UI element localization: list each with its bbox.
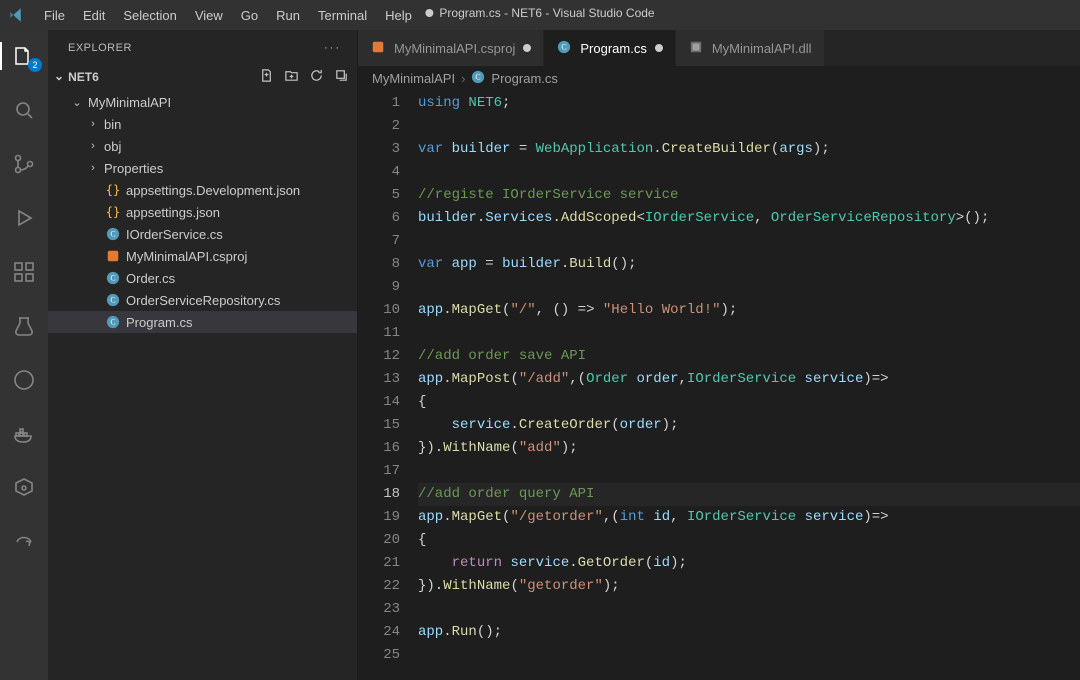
- svg-text:C: C: [110, 296, 115, 305]
- tree-file[interactable]: COrderServiceRepository.cs: [48, 289, 357, 311]
- tree-file[interactable]: CProgram.cs: [48, 311, 357, 333]
- tree-file[interactable]: {}appsettings.Development.json: [48, 179, 357, 201]
- chevron-right-icon: ›: [86, 162, 100, 174]
- new-folder-icon[interactable]: [284, 68, 299, 86]
- tree-file[interactable]: {}appsettings.json: [48, 201, 357, 223]
- modified-dot-icon: [655, 44, 663, 52]
- titlebar: FileEditSelectionViewGoRunTerminalHelp P…: [0, 0, 1080, 30]
- svg-text:C: C: [110, 274, 115, 283]
- window-title-text: Program.cs - NET6 - Visual Studio Code: [439, 6, 654, 20]
- tree-folder[interactable]: ›bin: [48, 113, 357, 135]
- tree-file[interactable]: MyMinimalAPI.csproj: [48, 245, 357, 267]
- editor-tab[interactable]: CProgram.cs: [544, 30, 675, 66]
- csharp-file-icon: C: [471, 70, 485, 87]
- svg-text:C: C: [110, 230, 115, 239]
- svg-text:C: C: [562, 42, 567, 51]
- menu-edit[interactable]: Edit: [75, 4, 113, 27]
- sidebar-title: EXPLORER: [68, 42, 132, 54]
- line-number-gutter: 1234567891011121314151617181920212223242…: [358, 90, 418, 680]
- chevron-right-icon: ›: [461, 71, 465, 86]
- menu-file[interactable]: File: [36, 4, 73, 27]
- refresh-icon[interactable]: [309, 68, 324, 86]
- activity-remote[interactable]: [0, 524, 48, 560]
- csproj-file-icon: [371, 40, 385, 57]
- tree-file[interactable]: CIOrderService.cs: [48, 223, 357, 245]
- explorer-badge: 2: [28, 58, 42, 72]
- csproj-file-icon: [104, 249, 122, 263]
- activity-explorer[interactable]: 2: [0, 38, 48, 74]
- json-file-icon: {}: [104, 183, 122, 197]
- activity-run-debug[interactable]: [0, 200, 48, 236]
- chevron-down-icon: ⌄: [54, 69, 64, 83]
- tree-folder[interactable]: ›Properties: [48, 157, 357, 179]
- menu-help[interactable]: Help: [377, 4, 420, 27]
- csharp-file-icon: C: [104, 227, 122, 241]
- code-editor[interactable]: 1234567891011121314151617181920212223242…: [358, 90, 1080, 680]
- tree-file[interactable]: COrder.cs: [48, 267, 357, 289]
- chevron-right-icon: ›: [86, 140, 100, 152]
- file-tree: ⌄MyMinimalAPI›bin›obj›Properties{}appset…: [48, 89, 357, 335]
- sidebar-explorer: EXPLORER ··· ⌄ NET6 ⌄MyMinimalAPI›bin›ob…: [48, 30, 358, 680]
- modified-dot-icon: [523, 44, 531, 52]
- tree-folder[interactable]: ›obj: [48, 135, 357, 157]
- svg-text:C: C: [110, 318, 115, 327]
- folder-root-name: NET6: [68, 70, 99, 84]
- editor-area: MyMinimalAPI.csprojCProgram.csMyMinimalA…: [358, 30, 1080, 680]
- activity-github[interactable]: [0, 362, 48, 398]
- activity-docker[interactable]: [0, 416, 48, 452]
- sidebar-more-icon[interactable]: ···: [324, 42, 341, 54]
- chevron-right-icon: ›: [86, 118, 100, 130]
- breadcrumb-segment[interactable]: Program.cs: [491, 71, 557, 86]
- activity-extensions[interactable]: [0, 254, 48, 290]
- tree-folder[interactable]: ⌄MyMinimalAPI: [48, 91, 357, 113]
- vscode-logo-icon: [8, 6, 26, 24]
- breadcrumb-segment[interactable]: MyMinimalAPI: [372, 71, 455, 86]
- csharp-file-icon: C: [104, 271, 122, 285]
- menu-selection[interactable]: Selection: [115, 4, 184, 27]
- activity-source-control[interactable]: [0, 146, 48, 182]
- window-title: Program.cs - NET6 - Visual Studio Code: [425, 6, 654, 20]
- activity-search[interactable]: [0, 92, 48, 128]
- new-file-icon[interactable]: [259, 68, 274, 86]
- menu-go[interactable]: Go: [233, 4, 266, 27]
- modified-dot-icon: [425, 9, 433, 17]
- activity-bar: 2: [0, 30, 48, 680]
- breadcrumb[interactable]: MyMinimalAPI › C Program.cs: [358, 66, 1080, 90]
- json-file-icon: {}: [104, 205, 122, 219]
- menu-terminal[interactable]: Terminal: [310, 4, 375, 27]
- activity-kubernetes[interactable]: [0, 470, 48, 506]
- menu-view[interactable]: View: [187, 4, 231, 27]
- svg-text:C: C: [476, 72, 481, 81]
- editor-tab[interactable]: MyMinimalAPI.csproj: [358, 30, 544, 66]
- menubar: FileEditSelectionViewGoRunTerminalHelp: [36, 4, 420, 27]
- activity-testing[interactable]: [0, 308, 48, 344]
- collapse-all-icon[interactable]: [334, 68, 349, 86]
- folder-root-header[interactable]: ⌄ NET6: [48, 65, 357, 89]
- menu-run[interactable]: Run: [268, 4, 308, 27]
- code-lines[interactable]: using NET6; var builder = WebApplication…: [418, 90, 1080, 680]
- csharp-file-icon: C: [104, 293, 122, 307]
- sidebar-header: EXPLORER ···: [48, 30, 357, 65]
- editor-tab[interactable]: MyMinimalAPI.dll: [676, 30, 825, 66]
- csharp-file-icon: C: [557, 40, 571, 57]
- dll-file-icon: [689, 40, 703, 57]
- tab-bar: MyMinimalAPI.csprojCProgram.csMyMinimalA…: [358, 30, 1080, 66]
- chevron-down-icon: ⌄: [70, 96, 84, 109]
- csharp-file-icon: C: [104, 315, 122, 329]
